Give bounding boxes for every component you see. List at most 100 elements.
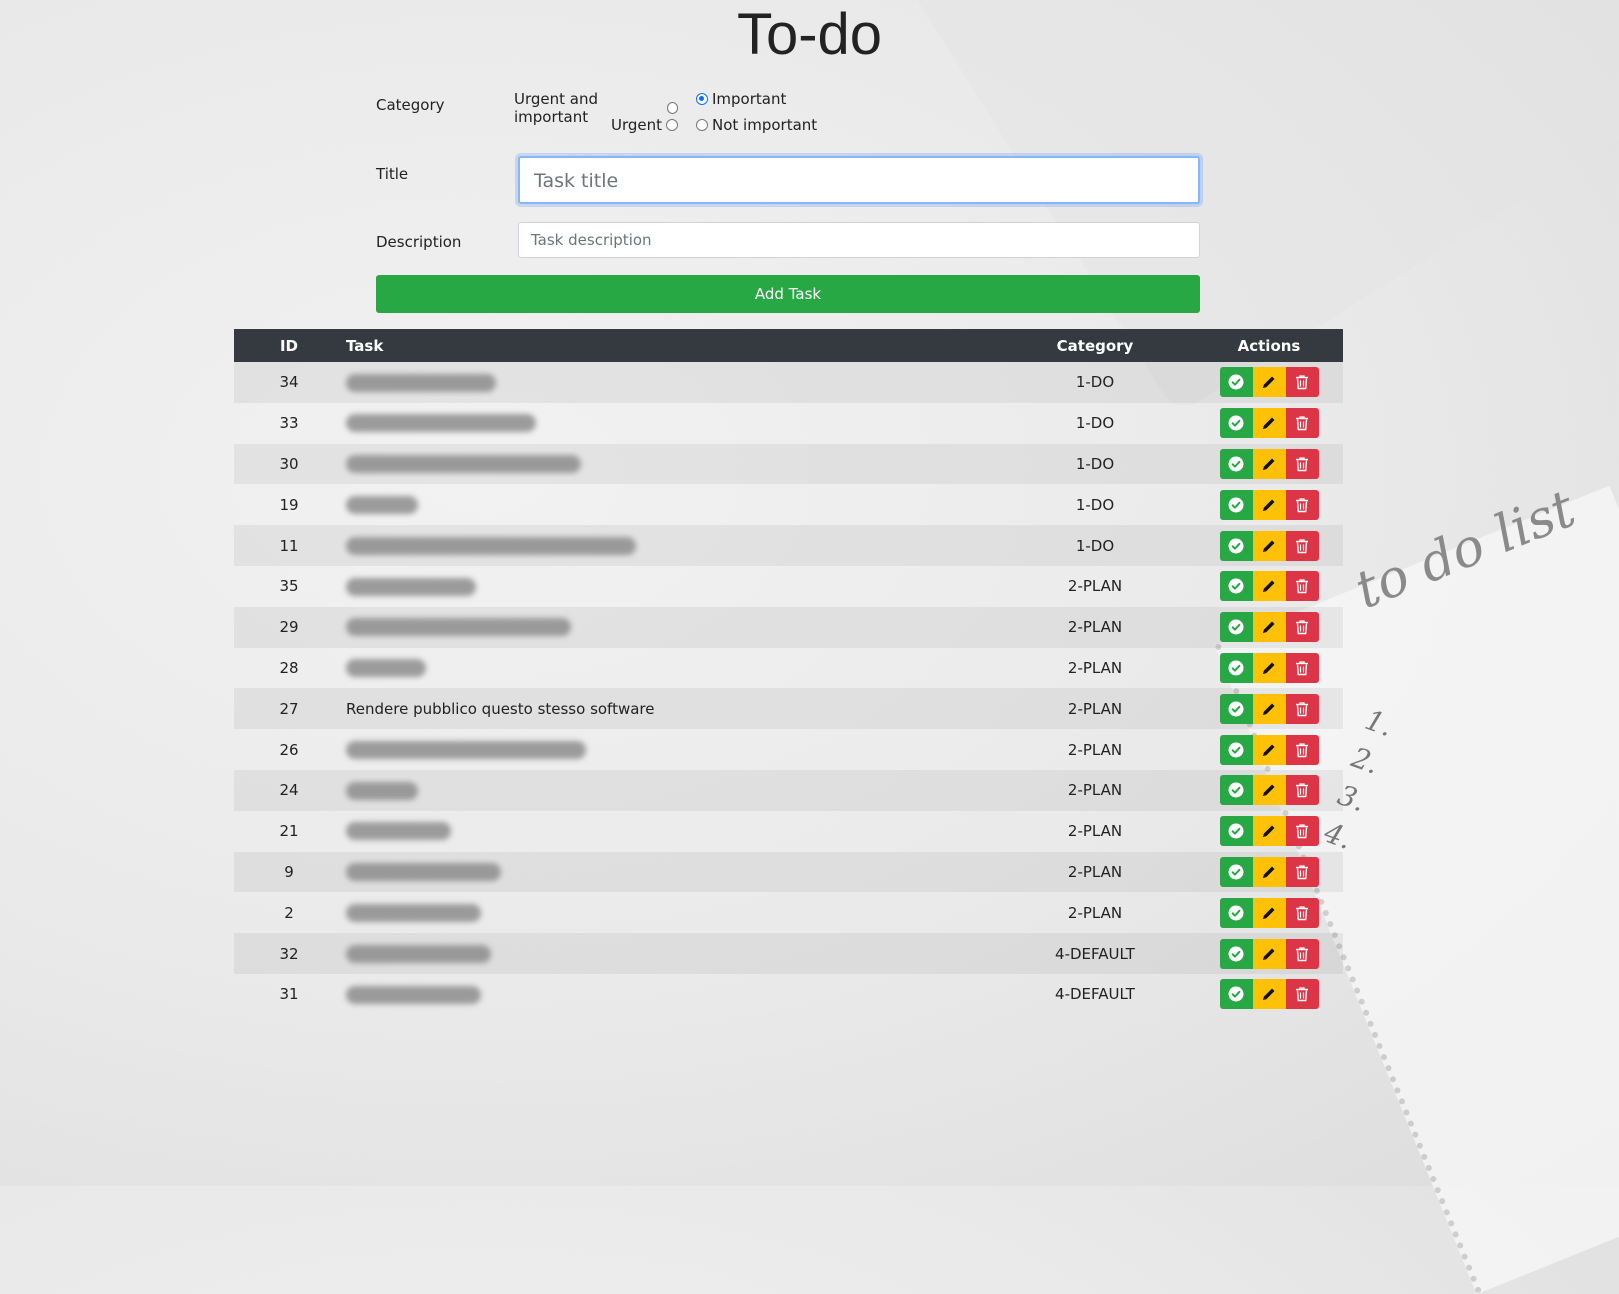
- pencil-icon: [1261, 905, 1277, 921]
- pencil-icon: [1261, 946, 1277, 962]
- delete-task-button[interactable]: [1285, 612, 1319, 643]
- check-circle-icon: [1228, 578, 1244, 594]
- task-text-redacted: [344, 770, 995, 811]
- delete-task-button[interactable]: [1285, 693, 1319, 724]
- complete-task-button[interactable]: [1219, 530, 1253, 561]
- pencil-icon: [1261, 986, 1277, 1002]
- trash-icon: [1295, 905, 1309, 921]
- task-id: 29: [279, 618, 299, 637]
- task-category: 1-DO: [1075, 373, 1115, 392]
- edit-task-button[interactable]: [1252, 734, 1286, 765]
- task-id: 35: [279, 577, 299, 596]
- task-description-input[interactable]: Task description: [518, 222, 1200, 258]
- radio-important[interactable]: Important: [696, 90, 786, 108]
- action-button-group: [1219, 693, 1319, 724]
- task-actions: [1195, 892, 1343, 933]
- complete-task-button[interactable]: [1219, 938, 1253, 969]
- check-circle-icon: [1228, 742, 1244, 758]
- radio-circle-checked[interactable]: [696, 93, 708, 105]
- delete-task-button[interactable]: [1285, 979, 1319, 1010]
- delete-task-button[interactable]: [1285, 448, 1319, 479]
- edit-task-button[interactable]: [1252, 448, 1286, 479]
- delete-task-button[interactable]: [1285, 938, 1319, 969]
- task-title-input[interactable]: Task title: [518, 156, 1200, 204]
- trash-icon: [1295, 497, 1309, 513]
- task-actions: [1195, 729, 1343, 770]
- delete-task-button[interactable]: [1285, 775, 1319, 806]
- edit-task-button[interactable]: [1252, 652, 1286, 683]
- add-task-button[interactable]: Add Task: [376, 275, 1200, 313]
- complete-task-button[interactable]: [1219, 612, 1253, 643]
- delete-task-button[interactable]: [1285, 816, 1319, 847]
- complete-task-button[interactable]: [1219, 734, 1253, 765]
- delete-task-button[interactable]: [1285, 408, 1319, 439]
- complete-task-button[interactable]: [1219, 775, 1253, 806]
- radio-circle[interactable]: [696, 119, 708, 131]
- pencil-icon: [1261, 538, 1277, 554]
- edit-task-button[interactable]: [1252, 693, 1286, 724]
- check-circle-icon: [1228, 415, 1244, 431]
- task-id: 33: [279, 414, 299, 433]
- radio-urgent[interactable]: Urgent: [611, 116, 678, 134]
- delete-task-button[interactable]: [1285, 571, 1319, 602]
- delete-task-button[interactable]: [1285, 897, 1319, 928]
- action-button-group: [1219, 489, 1319, 520]
- radio-not-important[interactable]: Not important: [696, 116, 817, 134]
- task-id: 28: [279, 658, 299, 677]
- radio-circle[interactable]: [666, 102, 678, 114]
- pencil-icon: [1261, 701, 1277, 717]
- task-id: 26: [279, 740, 299, 759]
- complete-task-button[interactable]: [1219, 652, 1253, 683]
- task-text-redacted: [344, 403, 995, 444]
- header-category: Category: [1056, 336, 1134, 355]
- radio-label: Important: [712, 90, 787, 108]
- edit-task-button[interactable]: [1252, 408, 1286, 439]
- action-button-group: [1219, 652, 1319, 683]
- radio-circle[interactable]: [666, 119, 678, 131]
- pencil-icon: [1261, 660, 1277, 676]
- radio-label: Not important: [712, 116, 818, 134]
- delete-task-button[interactable]: [1285, 367, 1319, 398]
- complete-task-button[interactable]: [1219, 367, 1253, 398]
- task-text-redacted: [344, 484, 995, 525]
- edit-task-button[interactable]: [1252, 571, 1286, 602]
- edit-task-button[interactable]: [1252, 897, 1286, 928]
- delete-task-button[interactable]: [1285, 489, 1319, 520]
- complete-task-button[interactable]: [1219, 816, 1253, 847]
- task-text-redacted: [344, 852, 995, 893]
- task-id: 34: [279, 373, 299, 392]
- edit-task-button[interactable]: [1252, 856, 1286, 887]
- edit-task-button[interactable]: [1252, 367, 1286, 398]
- table-row: 34 1-DO: [234, 362, 1343, 403]
- table-row: 27 Rendere pubblico questo stesso softwar…: [234, 688, 1343, 730]
- delete-task-button[interactable]: [1285, 652, 1319, 683]
- complete-task-button[interactable]: [1219, 448, 1253, 479]
- complete-task-button[interactable]: [1219, 408, 1253, 439]
- delete-task-button[interactable]: [1285, 530, 1319, 561]
- table-header-row: ID Task Category Actions: [234, 329, 1343, 362]
- edit-task-button[interactable]: [1252, 938, 1286, 969]
- edit-task-button[interactable]: [1252, 612, 1286, 643]
- edit-task-button[interactable]: [1252, 816, 1286, 847]
- complete-task-button[interactable]: [1219, 571, 1253, 602]
- category-label: Category: [376, 96, 445, 114]
- action-button-group: [1219, 571, 1319, 602]
- task-id: 19: [279, 495, 299, 514]
- delete-task-button[interactable]: [1285, 856, 1319, 887]
- action-button-group: [1219, 367, 1319, 398]
- delete-task-button[interactable]: [1285, 734, 1319, 765]
- pencil-icon: [1261, 456, 1277, 472]
- task-category: 1-DO: [1075, 536, 1115, 555]
- edit-task-button[interactable]: [1252, 530, 1286, 561]
- task-text-redacted: [344, 362, 995, 403]
- edit-task-button[interactable]: [1252, 489, 1286, 520]
- task-actions: [1195, 811, 1343, 852]
- complete-task-button[interactable]: [1219, 489, 1253, 520]
- complete-task-button[interactable]: [1219, 693, 1253, 724]
- complete-task-button[interactable]: [1219, 856, 1253, 887]
- edit-task-button[interactable]: [1252, 775, 1286, 806]
- pencil-icon: [1261, 415, 1277, 431]
- complete-task-button[interactable]: [1219, 979, 1253, 1010]
- complete-task-button[interactable]: [1219, 897, 1253, 928]
- edit-task-button[interactable]: [1252, 979, 1286, 1010]
